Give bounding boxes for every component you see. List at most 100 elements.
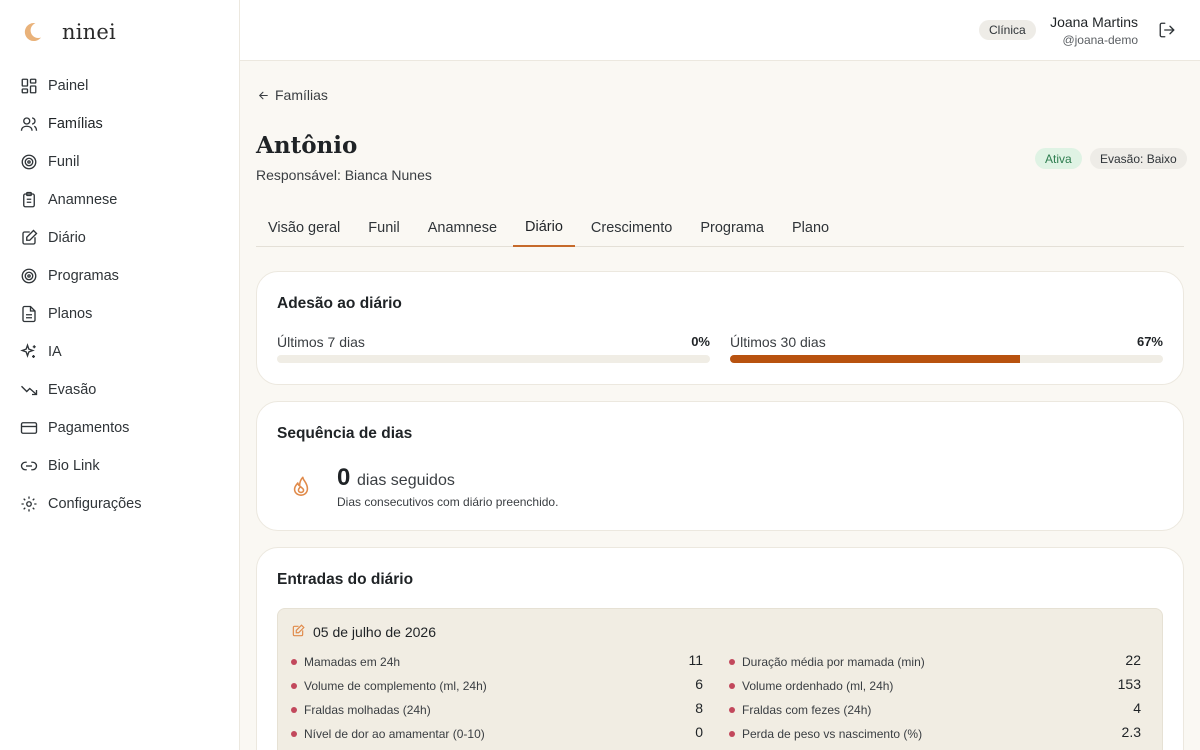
clipboard-icon [20,191,38,209]
card-title: Adesão ao diário [277,295,402,312]
trending-down-icon [20,381,38,399]
metric-row: Volume ordenhado (ml, 24h) 153 [716,674,1141,698]
status-badge: Ativa [1035,148,1082,169]
journal-edit-icon [20,229,38,247]
progress-track [277,355,710,363]
metric-value: 22 [1125,652,1141,668]
sidebar-item-familias[interactable]: Famílias [0,105,239,143]
tab-visao-geral[interactable]: Visão geral [256,209,352,247]
sidebar-item-painel[interactable]: Painel [0,67,239,105]
adherence-card: Adesão ao diário Últimos 7 dias 0% Últim… [256,271,1184,385]
flame-icon [293,476,309,496]
logout-icon[interactable] [1158,21,1176,39]
sidebar-item-anamnese[interactable]: Anamnese [0,181,239,219]
sidebar-item-ia[interactable]: IA [0,333,239,371]
responsible-text: Responsável: Bianca Nunes [256,167,432,183]
adherence-value: 67% [1136,334,1163,349]
metric-label: Volume ordenhado (ml, 24h) [742,679,894,693]
streak-count: 0 [337,464,351,491]
tab-programa[interactable]: Programa [688,209,776,247]
metric-label: Fraldas molhadas (24h) [304,703,431,717]
tab-plano[interactable]: Plano [780,209,841,247]
sidebar: ninei Painel Famílias Funil Anamnese Diá… [0,0,240,750]
metric-label: Perda de peso vs nascimento (%) [742,727,923,741]
users-icon [20,115,38,133]
progress-track [730,355,1163,363]
sidebar-item-planos[interactable]: Planos [0,295,239,333]
evasion-badge: Evasão: Baixo [1090,148,1187,169]
sidebar-item-label: Pagamentos [48,420,130,436]
metric-row: Duração média por mamada (min) 22 [716,650,1141,674]
tabs: Visão geral Funil Anamnese Diário Cresci… [256,209,1184,247]
metric-row: Mamadas em 24h 11 [278,650,703,674]
metric-value: 4 [1133,700,1141,716]
tab-diario[interactable]: Diário [513,209,575,247]
metric-value: 2.3 [1121,724,1141,740]
metric-value: 11 [688,652,703,668]
metric-value: 0 [695,724,703,740]
bullet-dot [291,683,297,689]
metric-value: 6 [695,676,703,692]
sidebar-item-diario[interactable]: Diário [0,219,239,257]
metric-label: Fraldas com fezes (24h) [742,703,872,717]
sidebar-item-label: Painel [48,78,89,94]
bullet-dot [729,683,735,689]
sidebar-item-funil[interactable]: Funil [0,143,239,181]
brand[interactable]: ninei [20,18,116,46]
file-icon [20,305,38,323]
entry-date: 05 de julho de 2026 [313,624,436,640]
adherence-30-days: Últimos 30 dias 67% [730,334,1163,363]
metric-row: Fraldas molhadas (24h) 8 [278,698,703,722]
metric-row: Perda de peso vs nascimento (%) 2.3 [716,722,1141,746]
sidebar-item-evasao[interactable]: Evasão [0,371,239,409]
streak-unit: dias seguidos [357,472,455,489]
moon-logo-icon [24,23,41,42]
sidebar-item-pagamentos[interactable]: Pagamentos [0,409,239,447]
bullet-dot [291,659,297,665]
tab-crescimento[interactable]: Crescimento [579,209,684,247]
sidebar-item-label: Famílias [48,116,103,132]
gear-icon [20,495,38,513]
main-content: Famílias Antônio Responsável: Bianca Nun… [240,61,1200,750]
metric-value: 8 [695,700,703,716]
metric-row: Volume de complemento (ml, 24h) 6 [278,674,703,698]
sidebar-item-label: Bio Link [48,458,100,474]
bullet-dot [729,659,735,665]
sidebar-item-label: Configurações [48,496,142,512]
page-title: Antônio [256,132,358,159]
bullet-dot [729,731,735,737]
card-title: Entradas do diário [277,571,414,588]
target-icon [20,267,38,285]
diary-entry[interactable]: 05 de julho de 2026 Mamadas em 24h 11 Vo… [277,608,1163,750]
dashboard-icon [20,77,38,95]
arrow-left-icon [258,91,268,99]
sidebar-item-programas[interactable]: Programas [0,257,239,295]
tab-anamnese[interactable]: Anamnese [416,209,509,247]
bullet-dot [729,707,735,713]
sidebar-item-bio-link[interactable]: Bio Link [0,447,239,485]
sidebar-item-label: Planos [48,306,93,322]
metric-value: 153 [1117,676,1141,692]
streak-description: Dias consecutivos com diário preenchido. [337,495,559,509]
topbar: Clínica Joana Martins @joana-demo [240,0,1200,61]
streak-card: Sequência de dias 0 dias seguidos Dias c… [256,401,1184,531]
sparkles-icon [20,343,38,361]
back-link[interactable]: Famílias [257,87,328,103]
user-name: Joana Martins [1050,14,1138,30]
journal-edit-icon [292,624,305,637]
role-badge: Clínica [979,20,1036,40]
adherence-label: Últimos 30 dias [730,334,826,350]
metrics-right: Duração média por mamada (min) 22 Volume… [716,650,1141,746]
tab-funil[interactable]: Funil [356,209,411,247]
target-icon [20,153,38,171]
metric-label: Volume de complemento (ml, 24h) [304,679,487,693]
sidebar-item-label: Evasão [48,382,97,398]
progress-fill [730,355,1021,363]
metrics-left: Mamadas em 24h 11 Volume de complemento … [278,650,703,746]
metric-label: Nível de dor ao amamentar (0-10) [304,727,485,741]
metric-row: Fraldas com fezes (24h) 4 [716,698,1141,722]
sidebar-item-configuracoes[interactable]: Configurações [0,485,239,523]
card-title: Sequência de dias [277,425,413,442]
bullet-dot [291,707,297,713]
bullet-dot [291,731,297,737]
